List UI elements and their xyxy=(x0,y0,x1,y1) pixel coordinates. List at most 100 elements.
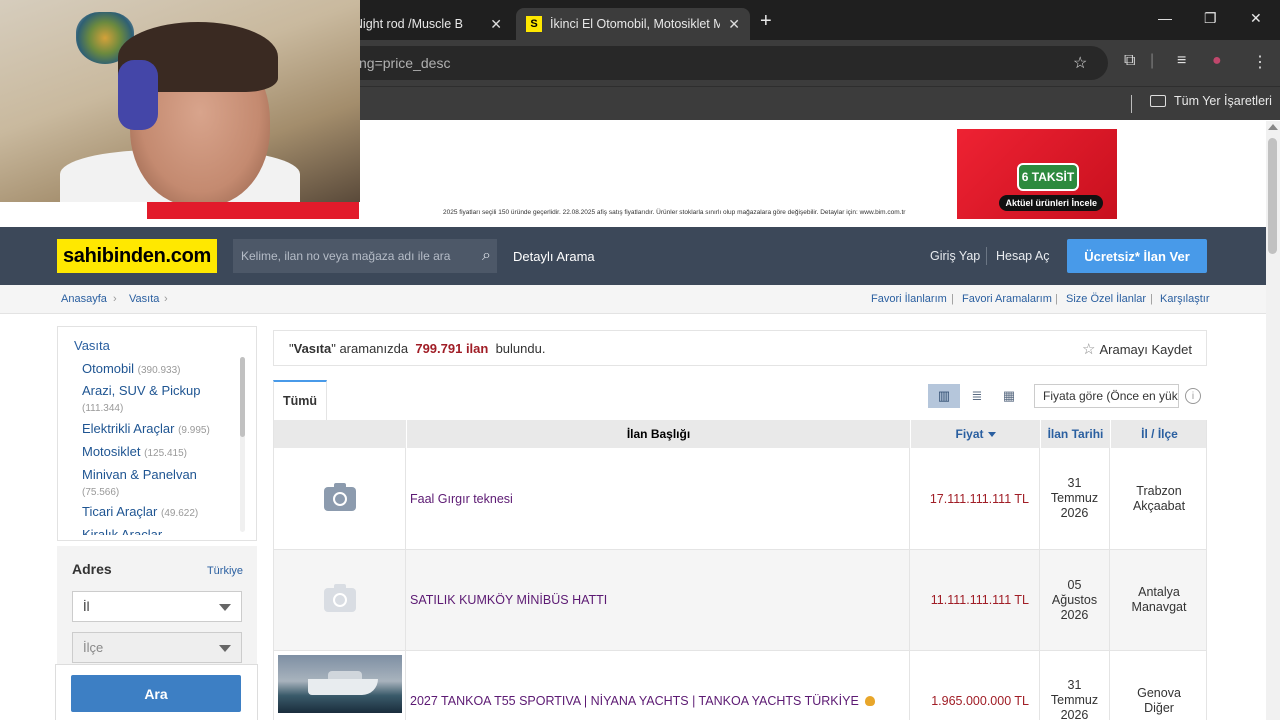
folder-icon xyxy=(1150,95,1166,107)
results-toolbar: Tümü ▥ ≣ ▦ Fiyata göre (Önce en yüksek) … xyxy=(273,380,1207,420)
bookmark-star-icon[interactable]: ☆ xyxy=(1073,53,1087,73)
header-price[interactable]: Fiyat xyxy=(910,420,1040,448)
minimize-icon[interactable]: — xyxy=(1158,10,1172,26)
info-icon[interactable]: i xyxy=(1185,388,1201,404)
tab-all[interactable]: Tümü xyxy=(273,380,327,420)
browser-tab-2[interactable]: S İkinci El Otomobil, Motosiklet M ✕ xyxy=(516,8,750,40)
search-input[interactable]: Kelime, ilan no veya mağaza adı ile ara … xyxy=(233,239,497,273)
sublink-divider: | xyxy=(951,293,954,305)
post-ad-button[interactable]: Ücretsiz* İlan Ver xyxy=(1067,239,1207,273)
login-link[interactable]: Giriş Yap xyxy=(930,249,980,263)
bookmarks-folder[interactable]: Tüm Yer İşaretleri xyxy=(1150,94,1272,108)
table-view-icon[interactable]: ▥ xyxy=(928,384,960,408)
listing-price: 1.965.000.000 TL xyxy=(910,651,1040,720)
table-row[interactable]: SATILIK KUMKÖY MİNİBÜS HATTI 11.111.111.… xyxy=(274,550,1206,651)
table-row[interactable]: 2027 TANKOA T55 SPORTIVA | NİYANA YACHTS… xyxy=(274,651,1206,720)
site-header: sahibinden.com Kelime, ilan no veya mağa… xyxy=(0,227,1266,285)
header-title[interactable]: İlan Başlığı xyxy=(406,420,910,448)
address-text: ting=price_desc xyxy=(352,55,451,71)
category-item[interactable]: Motosiklet (125.415) xyxy=(82,444,234,462)
sahibinden-favicon-icon: S xyxy=(526,16,542,32)
menu-kebab-icon[interactable]: ⋮ xyxy=(1252,52,1268,72)
profile-avatar-icon[interactable]: ● xyxy=(1212,52,1222,70)
media-control-icon[interactable]: ≡ xyxy=(1177,52,1186,70)
site-logo[interactable]: sahibinden.com xyxy=(57,239,217,273)
tab-close-icon[interactable]: ✕ xyxy=(490,16,502,33)
camera-icon xyxy=(323,482,356,511)
city-select-value: İl xyxy=(83,599,90,614)
category-item[interactable]: Otomobil (390.933) xyxy=(82,361,234,379)
sort-desc-icon xyxy=(987,432,996,438)
compare-link[interactable]: Karşılaştır xyxy=(1160,293,1210,305)
bookmarks-divider xyxy=(1131,95,1132,113)
favorite-searches-link[interactable]: Favori Aramalarım xyxy=(962,293,1052,305)
category-scrollbar[interactable] xyxy=(240,357,245,437)
table-header: İlan Başlığı Fiyat İlan Tarihi İl / İlçe xyxy=(274,420,1206,448)
listing-price: 17.111.111.111 TL xyxy=(910,448,1040,549)
toolbar-divider: | xyxy=(1150,52,1155,69)
bookmarks-folder-label: Tüm Yer İşaretleri xyxy=(1174,94,1272,108)
sublink-divider: | xyxy=(1055,293,1058,305)
category-item[interactable]: Elektrikli Araçlar (9.995) xyxy=(82,421,234,439)
yacht-thumbnail xyxy=(277,655,402,713)
webcam-overlay xyxy=(0,0,360,202)
category-item[interactable]: Kiralık Araçlar xyxy=(82,527,234,535)
breadcrumb-vasita[interactable]: Vasıta xyxy=(129,293,159,305)
sort-select[interactable]: Fiyata göre (Önce en yüksek) xyxy=(1034,384,1179,408)
listing-image[interactable] xyxy=(274,448,406,549)
save-search-button[interactable]: ☆ Aramayı Kaydet xyxy=(1082,340,1192,358)
listing-image[interactable] xyxy=(274,550,406,650)
extensions-icon[interactable]: ⧉ xyxy=(1124,52,1135,70)
result-summary: "Vasıta" aramanızda 799.791 ilan bulundu… xyxy=(273,330,1207,366)
breadcrumb: Anasayfa › Vasıta › Favori İlanlarım | F… xyxy=(0,285,1266,314)
sublink-divider: | xyxy=(1150,293,1153,305)
grid-view-icon[interactable]: ▦ xyxy=(993,384,1025,408)
register-link[interactable]: Hesap Aç xyxy=(996,249,1050,263)
ad-fine-print: 2025 fiyatları seçili 150 üründe geçerli… xyxy=(443,209,906,216)
header-location[interactable]: İl / İlçe xyxy=(1110,420,1206,448)
search-button[interactable]: Ara xyxy=(71,675,241,712)
result-count: 799.791 ilan xyxy=(415,341,489,356)
hot-listing-icon xyxy=(864,695,875,706)
window-close-icon[interactable]: ✕ xyxy=(1250,10,1262,27)
listing-title[interactable]: SATILIK KUMKÖY MİNİBÜS HATTI xyxy=(406,550,910,650)
address-bar[interactable]: ting=price_desc xyxy=(300,46,1108,80)
new-tab-icon[interactable]: + xyxy=(760,10,772,33)
personalized-listings-link[interactable]: Size Özel İlanlar xyxy=(1066,293,1146,305)
star-icon: ☆ xyxy=(1082,341,1096,358)
district-select-value: İlçe xyxy=(83,640,104,655)
breadcrumb-home[interactable]: Anasayfa xyxy=(61,293,107,305)
listing-title[interactable]: Faal Gırgır teknesi xyxy=(406,448,910,549)
breadcrumb-chevron-icon: › xyxy=(164,293,168,305)
favorite-listings-link[interactable]: Favori İlanlarım xyxy=(871,293,947,305)
listing-date: 05 Ağustos 2026 xyxy=(1040,550,1110,650)
headphones xyxy=(118,60,158,130)
district-select[interactable]: İlçe xyxy=(72,632,242,663)
city-select[interactable]: İl xyxy=(72,591,242,622)
category-box: Vasıta Otomobil (390.933) Arazi, SUV & P… xyxy=(57,326,257,541)
scroll-up-arrow-icon[interactable] xyxy=(1268,124,1278,130)
breadcrumb-chevron-icon: › xyxy=(113,293,117,305)
maximize-icon[interactable]: ❐ xyxy=(1204,10,1217,27)
header-date[interactable]: İlan Tarihi xyxy=(1040,420,1110,448)
category-item[interactable]: Arazi, SUV & Pickup (111.344) xyxy=(82,383,234,417)
search-icon[interactable]: ⌕ xyxy=(482,239,491,273)
tab-close-icon[interactable]: ✕ xyxy=(728,16,740,33)
table-row[interactable]: Faal Gırgır teknesi 17.111.111.111 TL 31… xyxy=(274,448,1206,550)
tab-title: İkinci El Otomobil, Motosiklet M xyxy=(550,17,720,31)
chevron-down-icon xyxy=(219,604,231,611)
search-placeholder: Kelime, ilan no veya mağaza adı ile ara xyxy=(241,249,451,263)
category-title[interactable]: Vasıta xyxy=(74,338,110,353)
listing-price: 11.111.111.111 TL xyxy=(910,550,1040,650)
listing-title[interactable]: 2027 TANKOA T55 SPORTIVA | NİYANA YACHTS… xyxy=(406,651,910,720)
page-scrollbar[interactable] xyxy=(1268,138,1277,254)
listing-location: Genova Diğer xyxy=(1137,685,1181,715)
category-item[interactable]: Ticari Araçlar (49.622) xyxy=(82,504,234,522)
listing-image[interactable] xyxy=(274,651,406,720)
search-panel: Ara xyxy=(55,664,258,720)
category-item[interactable]: Minivan & Panelvan (75.566) xyxy=(82,467,234,501)
list-view-icon[interactable]: ≣ xyxy=(961,384,993,408)
detailed-search-link[interactable]: Detaylı Arama xyxy=(513,249,595,264)
ad-cta-button[interactable]: Aktüel ürünleri İncele xyxy=(999,195,1103,211)
country-link[interactable]: Türkiye xyxy=(207,565,243,577)
